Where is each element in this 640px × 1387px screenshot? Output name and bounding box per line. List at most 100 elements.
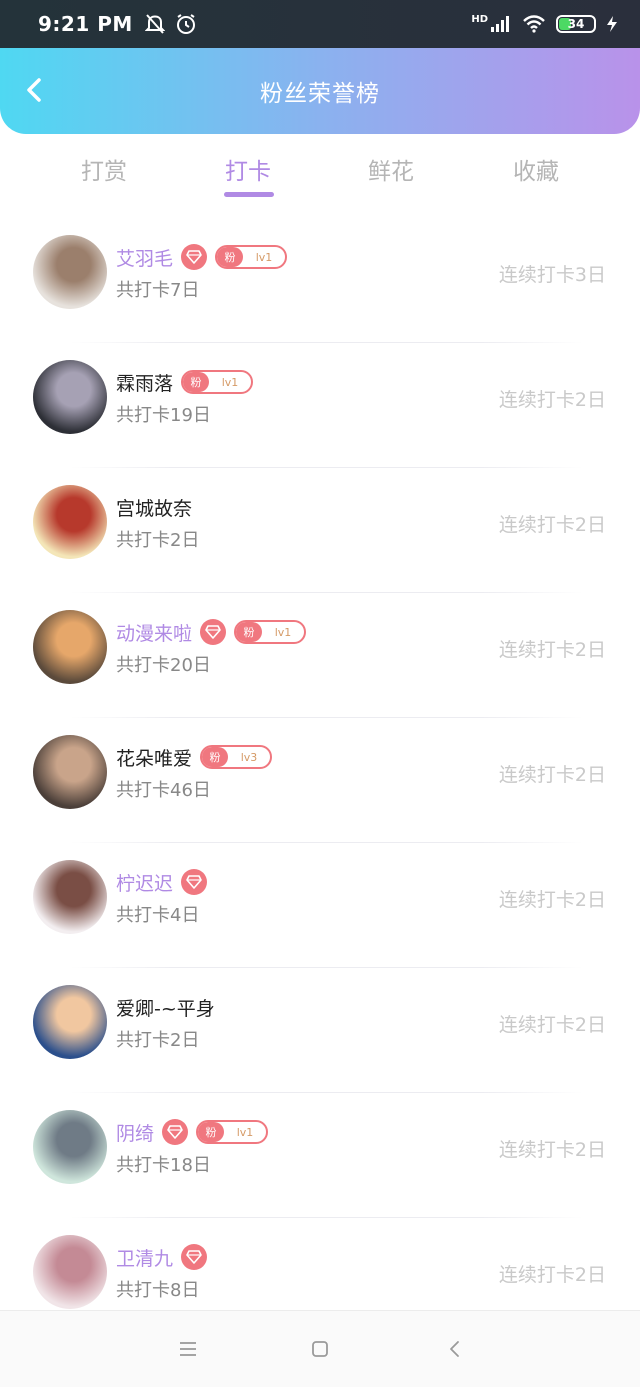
back-nav-button[interactable]	[442, 1337, 466, 1361]
name-row: 阴绮 粉 lv1	[116, 1117, 269, 1147]
avatar[interactable]	[33, 1235, 107, 1309]
name-row: 艾羽毛 粉 lv1	[116, 242, 288, 272]
list-item[interactable]: 爱卿-~平身 共打卡2日 连续打卡2日	[0, 968, 640, 1093]
fan-badge-label: 粉	[217, 247, 244, 267]
name-row: 柠迟迟	[116, 867, 208, 897]
list-item[interactable]: 艾羽毛 粉 lv1 共打卡7日 连续打卡3日	[0, 218, 640, 343]
diamond-badge	[162, 1119, 189, 1145]
user-name[interactable]: 宫城故奈	[116, 494, 192, 521]
fan-badge-level: lv1	[255, 250, 273, 264]
fan-level-badge: 粉 lv1	[196, 1120, 269, 1144]
avatar[interactable]	[33, 360, 107, 434]
fan-level-badge: 粉 lv1	[215, 245, 288, 269]
network-type: HD	[471, 13, 488, 25]
back-button[interactable]	[18, 74, 50, 106]
chevron-left-icon	[27, 78, 41, 102]
avatar[interactable]	[33, 735, 107, 809]
tab-indicator	[224, 192, 274, 197]
avatar[interactable]	[33, 235, 107, 309]
fan-badge-level: lv1	[236, 1125, 254, 1139]
name-row: 霖雨落 粉 lv1	[116, 367, 254, 397]
app-header: 粉丝荣誉榜	[0, 48, 640, 134]
avatar[interactable]	[33, 985, 107, 1059]
signal-icon	[491, 16, 509, 32]
diamond-badge	[181, 244, 208, 270]
status-bar: 9:21 PM HD 34	[0, 0, 640, 48]
streak-checkins: 连续打卡2日	[498, 1264, 606, 1286]
avatar[interactable]	[33, 485, 107, 559]
back-triangle-icon	[450, 1341, 459, 1357]
list-item[interactable]: 霖雨落 粉 lv1 共打卡19日 连续打卡2日	[0, 343, 640, 468]
streak-checkins: 连续打卡2日	[498, 514, 606, 536]
avatar[interactable]	[33, 860, 107, 934]
diamond-icon	[186, 1250, 202, 1264]
fan-level-badge: 粉 lv1	[234, 620, 307, 644]
mute-bell-icon	[144, 14, 165, 34]
diamond-icon	[186, 875, 202, 889]
avatar[interactable]	[33, 1110, 107, 1184]
diamond-badge	[200, 619, 227, 645]
streak-checkins: 连续打卡2日	[498, 389, 606, 411]
user-name[interactable]: 动漫来啦	[116, 619, 192, 646]
name-row: 卫清九	[116, 1242, 208, 1272]
list-item[interactable]: 花朵唯爱 粉 lv3 共打卡46日 连续打卡2日	[0, 718, 640, 843]
list-item[interactable]: 宫城故奈 共打卡2日 连续打卡2日	[0, 468, 640, 593]
streak-checkins: 连续打卡2日	[498, 889, 606, 911]
fan-badge-level: lv1	[221, 375, 239, 389]
list-item[interactable]: 动漫来啦 粉 lv1 共打卡20日 连续打卡2日	[0, 593, 640, 718]
home-square-icon	[312, 1341, 328, 1357]
fan-badge-label: 粉	[198, 1122, 225, 1142]
user-name[interactable]: 柠迟迟	[116, 869, 173, 896]
streak-checkins: 连续打卡2日	[498, 1139, 606, 1161]
streak-checkins: 连续打卡2日	[498, 639, 606, 661]
fan-badge-level: lv1	[274, 625, 292, 639]
battery-icon: 34	[556, 15, 596, 33]
list-item[interactable]: 柠迟迟 共打卡4日 连续打卡2日	[0, 843, 640, 968]
user-name[interactable]: 霖雨落	[116, 369, 173, 396]
battery-level: 34	[567, 17, 585, 31]
fan-level-badge: 粉 lv1	[181, 370, 254, 394]
system-nav-bar	[0, 1310, 640, 1387]
total-checkins: 共打卡18日	[116, 1155, 211, 1176]
total-checkins: 共打卡2日	[116, 1030, 200, 1051]
streak-checkins: 连续打卡3日	[498, 264, 606, 286]
status-time: 9:21 PM	[38, 12, 133, 36]
tab-favorites[interactable]: 收藏	[486, 152, 586, 186]
name-row: 花朵唯爱 粉 lv3	[116, 742, 273, 772]
total-checkins: 共打卡7日	[116, 280, 200, 301]
list-item[interactable]: 阴绮 粉 lv1 共打卡18日 连续打卡2日	[0, 1093, 640, 1218]
total-checkins: 共打卡2日	[116, 530, 200, 551]
fan-badge-level: lv3	[240, 750, 258, 764]
user-name[interactable]: 爱卿-~平身	[116, 994, 215, 1021]
name-row: 动漫来啦 粉 lv1	[116, 617, 307, 647]
streak-checkins: 连续打卡2日	[498, 1014, 606, 1036]
diamond-icon	[205, 625, 221, 639]
wifi-icon	[523, 15, 545, 33]
fan-level-badge: 粉 lv3	[200, 745, 273, 769]
total-checkins: 共打卡19日	[116, 405, 211, 426]
user-name[interactable]: 卫清九	[116, 1244, 173, 1271]
user-name[interactable]: 花朵唯爱	[116, 744, 192, 771]
page-title: 粉丝荣誉榜	[260, 81, 380, 107]
user-name[interactable]: 阴绮	[116, 1119, 154, 1146]
avatar[interactable]	[33, 610, 107, 684]
tab-reward[interactable]: 打赏	[54, 152, 154, 186]
user-name[interactable]: 艾羽毛	[116, 244, 173, 271]
name-row: 爱卿-~平身	[116, 992, 215, 1022]
diamond-badge	[181, 869, 208, 895]
fan-badge-label: 粉	[202, 747, 229, 767]
tab-flowers[interactable]: 鲜花	[341, 152, 441, 186]
alarm-icon	[176, 14, 195, 34]
total-checkins: 共打卡4日	[116, 905, 200, 926]
total-checkins: 共打卡46日	[116, 780, 211, 801]
status-left-icons	[144, 13, 197, 35]
diamond-icon	[167, 1125, 183, 1139]
diamond-icon	[186, 250, 202, 264]
home-button[interactable]	[308, 1337, 332, 1361]
menu-button[interactable]	[176, 1337, 200, 1361]
diamond-badge	[181, 1244, 208, 1270]
tab-checkin[interactable]: 打卡	[198, 152, 298, 186]
total-checkins: 共打卡8日	[116, 1280, 200, 1301]
total-checkins: 共打卡20日	[116, 655, 211, 676]
status-right-icons: HD 34	[471, 13, 618, 33]
